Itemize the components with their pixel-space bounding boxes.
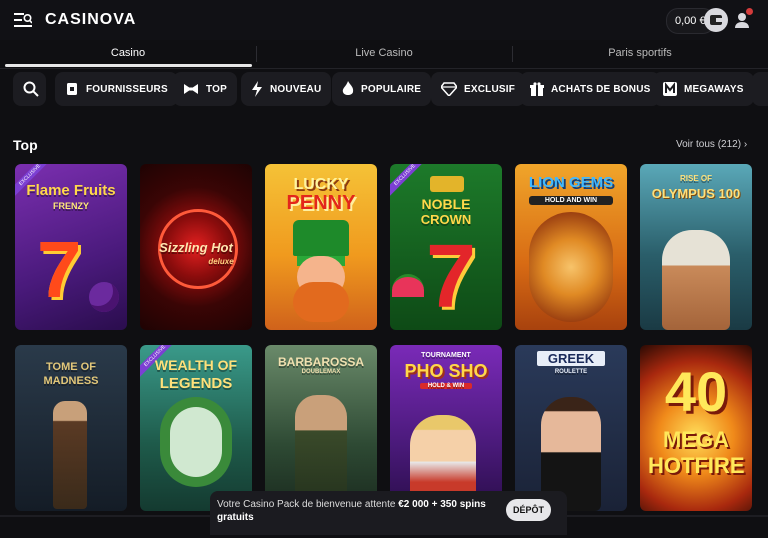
chevron-right-icon: › bbox=[743, 139, 748, 150]
game-card[interactable]: EXCLUSIVE Flame Fruits FRENZY 7 bbox=[15, 164, 127, 330]
medusa-face bbox=[170, 407, 222, 477]
game-subtitle: DOUBLEMAX bbox=[301, 369, 341, 375]
game-card[interactable]: EXCLUSIVE NOBLE CROWN 7 bbox=[390, 164, 502, 330]
tab-divider bbox=[512, 46, 513, 62]
card-icon bbox=[67, 83, 77, 95]
game-subtitle: CROWN bbox=[420, 212, 472, 227]
promo-text: Votre Casino Pack de bienvenue attente €… bbox=[217, 498, 507, 524]
see-all-link[interactable]: Voir tous (212) › bbox=[676, 139, 747, 150]
tournament-label: TOURNAMENT bbox=[421, 352, 471, 359]
diamond-icon bbox=[441, 82, 457, 96]
tab-paris-sportifs[interactable]: Paris sportifs bbox=[512, 40, 768, 68]
filter-fournisseurs[interactable]: FOURNISSEURS bbox=[55, 72, 178, 106]
bolt-icon bbox=[252, 81, 262, 97]
lion-head bbox=[529, 212, 613, 322]
filter-populaire[interactable]: POPULAIRE bbox=[332, 72, 432, 106]
bowtie-icon bbox=[184, 84, 198, 94]
search-icon bbox=[23, 81, 39, 97]
zeus-figure bbox=[662, 230, 730, 330]
game-title: PHO SHO bbox=[404, 361, 488, 381]
wallet-icon[interactable] bbox=[704, 8, 728, 32]
leprechaun-beard bbox=[293, 282, 349, 322]
filter-label: FOURNISSEURS bbox=[86, 83, 168, 95]
active-tab-indicator bbox=[5, 64, 252, 67]
game-subtitle: MEGA HOTFIRE bbox=[648, 427, 745, 478]
filter-more[interactable] bbox=[752, 72, 768, 106]
see-all-label: Voir tous (212) bbox=[676, 139, 742, 150]
game-title: LION GEMS bbox=[528, 174, 614, 191]
seven-symbol: 7 bbox=[37, 225, 82, 314]
promo-suffix: gratuits bbox=[217, 512, 254, 523]
logo[interactable]: CASINOVA bbox=[45, 11, 136, 29]
top-bar: CASINOVA 0,00 € bbox=[0, 0, 768, 40]
game-title: Flame Fruits bbox=[26, 182, 116, 199]
game-subtitle: HOLD & WIN bbox=[420, 383, 472, 389]
tab-live-casino[interactable]: Live Casino bbox=[256, 40, 512, 68]
game-card[interactable]: LION GEMS HOLD AND WIN bbox=[515, 164, 627, 330]
leprechaun-hat bbox=[293, 220, 349, 256]
game-card[interactable]: 40 MEGA HOTFIRE bbox=[640, 345, 752, 511]
game-card[interactable]: BARBAROSSA DOUBLEMAX bbox=[265, 345, 377, 511]
filter-top[interactable]: TOP bbox=[173, 72, 237, 106]
game-title: RISE OF bbox=[679, 174, 712, 183]
filter-label: NOUVEAU bbox=[270, 83, 322, 95]
seven-symbol: 7 bbox=[426, 227, 477, 327]
filter-label: POPULAIRE bbox=[361, 83, 422, 95]
filter-label: TOP bbox=[206, 83, 227, 95]
exclusive-badge: EXCLUSIVE bbox=[390, 164, 430, 200]
game-title: 40 bbox=[664, 360, 728, 423]
game-subtitle: ROULETTE bbox=[554, 369, 588, 375]
explorer-figure bbox=[53, 401, 87, 509]
section-title: Top bbox=[13, 137, 38, 153]
game-subtitle: LEGENDS bbox=[159, 375, 233, 392]
game-card[interactable]: LUCKY PENNY bbox=[265, 164, 377, 330]
game-card[interactable]: TOME OF MADNESS bbox=[15, 345, 127, 511]
filter-label: ACHATS DE BONUS bbox=[551, 83, 651, 95]
game-title: WEALTH OF bbox=[154, 357, 238, 373]
filter-exclusif[interactable]: EXCLUSIF bbox=[431, 72, 526, 106]
game-subtitle: MADNESS bbox=[43, 375, 99, 387]
category-filters: FOURNISSEURS TOP NOUVEAU POPULAIRE EXCLU… bbox=[0, 72, 768, 108]
game-title: NOBLE bbox=[421, 196, 471, 212]
filter-label: EXCLUSIF bbox=[464, 83, 516, 95]
game-subtitle: deluxe bbox=[208, 257, 234, 266]
filter-megaways[interactable]: MEGAWAYS bbox=[653, 72, 754, 106]
game-title: GREEK bbox=[537, 351, 605, 366]
crown-icon bbox=[430, 176, 464, 192]
game-subtitle: FRENZY bbox=[53, 201, 89, 211]
filter-achats-de-bonus[interactable]: ACHATS DE BONUS bbox=[520, 72, 661, 106]
game-card[interactable]: GREEK ROULETTE bbox=[515, 345, 627, 511]
game-card[interactable]: Sizzling Hot deluxe bbox=[140, 164, 252, 330]
menu-icon[interactable] bbox=[14, 12, 32, 28]
game-title: Sizzling Hot bbox=[159, 240, 233, 255]
gift-icon bbox=[530, 82, 544, 96]
game-card[interactable]: RISE OF OLYMPUS 100 bbox=[640, 164, 752, 330]
welcome-promo-banner: Votre Casino Pack de bienvenue attente €… bbox=[210, 491, 567, 535]
promo-prefix: Votre Casino Pack de bienvenue attente bbox=[217, 499, 399, 510]
search-button[interactable] bbox=[13, 72, 46, 106]
promo-amount: €2 000 + 350 spins bbox=[398, 499, 486, 510]
game-card[interactable]: EXCLUSIVE WEALTH OF LEGENDS bbox=[140, 345, 252, 511]
game-card[interactable]: TOURNAMENT PHO SHO HOLD & WIN bbox=[390, 345, 502, 511]
game-subtitle: OLYMPUS 100 bbox=[651, 186, 741, 201]
grapes-icon bbox=[89, 282, 119, 312]
watermelon-icon bbox=[392, 274, 424, 297]
game-subtitle: HOLD AND WIN bbox=[529, 196, 613, 205]
m-icon bbox=[663, 82, 677, 96]
tab-divider bbox=[256, 46, 257, 62]
filter-nouveau[interactable]: NOUVEAU bbox=[241, 72, 332, 106]
game-title: BARBAROSSA bbox=[277, 355, 364, 369]
deposit-button[interactable]: DÉPÔT bbox=[506, 499, 551, 521]
flame-icon bbox=[342, 81, 354, 95]
filter-label: MEGAWAYS bbox=[684, 83, 744, 95]
notification-badge bbox=[746, 8, 753, 15]
game-title: TOME OF bbox=[46, 361, 96, 373]
game-subtitle: PENNY bbox=[286, 192, 356, 214]
